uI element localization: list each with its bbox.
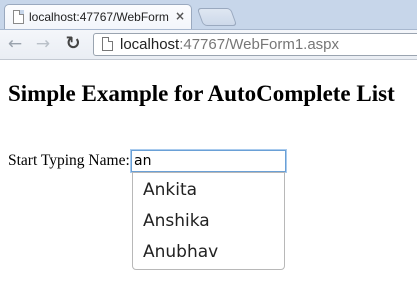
reload-icon[interactable]: ↻	[63, 34, 83, 54]
browser-tabstrip: localhost:47767/WebForm ×	[0, 0, 417, 30]
close-tab-icon[interactable]: ×	[173, 9, 187, 23]
forward-arrow-icon[interactable]: →	[33, 34, 53, 54]
page-icon	[102, 37, 113, 51]
autocomplete-item[interactable]: Anshika	[133, 206, 284, 237]
page-icon	[13, 10, 24, 24]
name-label: Start Typing Name:	[8, 152, 130, 169]
browser-tab[interactable]: localhost:47767/WebForm ×	[4, 4, 192, 29]
new-tab-button[interactable]	[196, 8, 238, 26]
autocomplete-list: Ankita Anshika Anubhav	[132, 172, 285, 270]
address-url[interactable]: localhost:47767/WebForm1.aspx	[120, 36, 339, 54]
url-path: :47767/WebForm1.aspx	[179, 36, 340, 53]
tab-title: localhost:47767/WebForm	[29, 10, 169, 24]
browser-toolbar: ← → ↻ localhost:47767/WebForm1.aspx	[0, 30, 417, 60]
back-arrow-icon[interactable]: ←	[5, 34, 25, 54]
page-title: Simple Example for AutoComplete List	[8, 81, 395, 106]
url-host: localhost	[120, 36, 180, 53]
autocomplete-item[interactable]: Ankita	[133, 175, 284, 206]
autocomplete-item[interactable]: Anubhav	[133, 237, 284, 268]
address-bar[interactable]: localhost:47767/WebForm1.aspx	[93, 33, 417, 56]
name-input[interactable]	[130, 149, 287, 173]
